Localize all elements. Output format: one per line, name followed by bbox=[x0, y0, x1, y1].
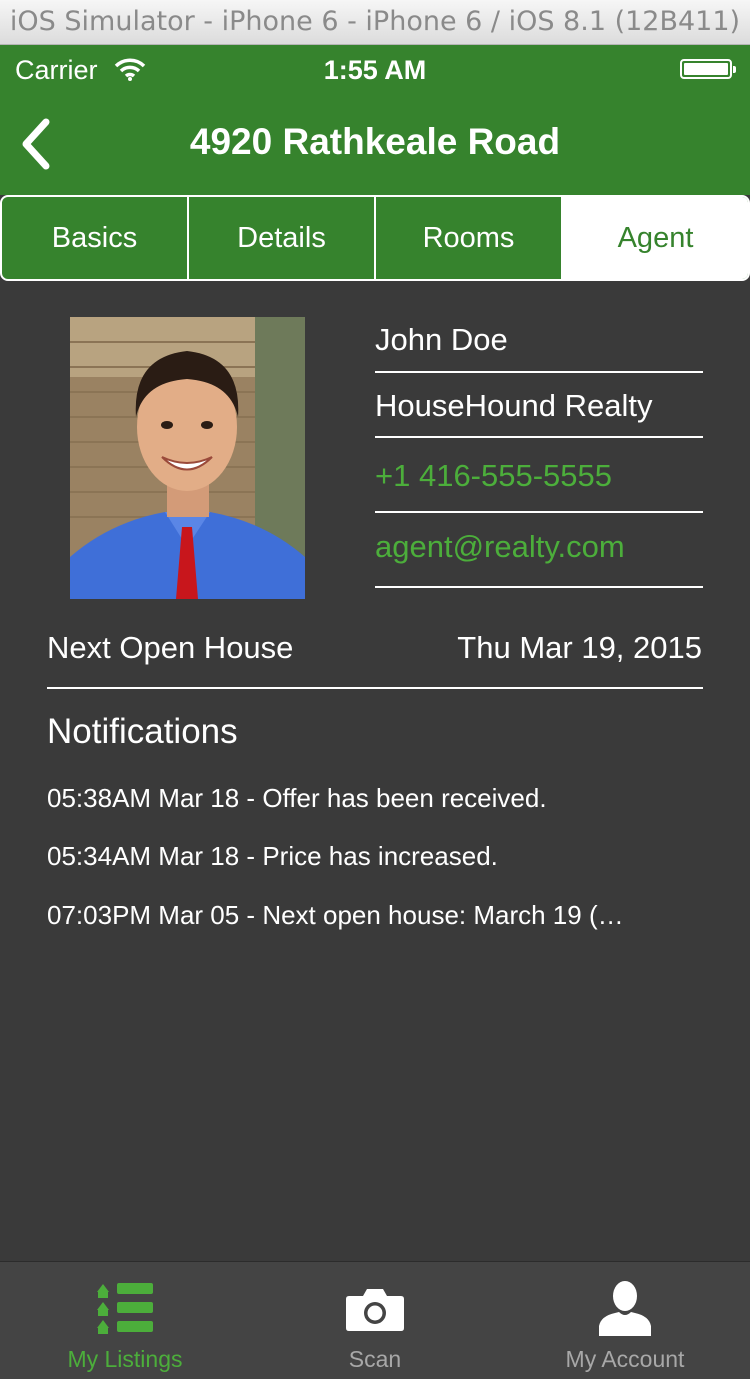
tab-my-account[interactable]: My Account bbox=[500, 1262, 750, 1379]
agent-company: HouseHound Realty bbox=[375, 388, 653, 423]
agent-photo bbox=[70, 317, 305, 599]
status-bar: Carrier 1:55 AM bbox=[0, 45, 750, 93]
simulator-title: iOS Simulator - iPhone 6 - iPhone 6 / iO… bbox=[9, 6, 741, 37]
agent-name: John Doe bbox=[375, 322, 508, 357]
tab-details[interactable]: Details bbox=[189, 197, 376, 279]
tab-basics[interactable]: Basics bbox=[2, 197, 189, 279]
divider bbox=[375, 586, 703, 588]
list-icon bbox=[95, 1280, 155, 1341]
open-house-date: Thu Mar 19, 2015 bbox=[457, 630, 702, 665]
tab-label: Scan bbox=[348, 1346, 402, 1372]
tab-agent[interactable]: Agent bbox=[563, 197, 748, 279]
tab-my-listings[interactable]: My Listings bbox=[0, 1262, 250, 1379]
tab-label: Basics bbox=[51, 221, 138, 254]
segmented-tabs: Basics Details Rooms Agent bbox=[0, 195, 750, 281]
agent-email-link[interactable]: agent@realty.com bbox=[375, 529, 703, 565]
notification-item: 05:38AM Mar 18 - Offer has been received… bbox=[47, 783, 547, 813]
camera-icon bbox=[345, 1286, 405, 1337]
tab-label: Agent bbox=[617, 221, 694, 254]
agent-phone-link[interactable]: +1 416-555-5555 bbox=[375, 458, 703, 494]
divider bbox=[375, 371, 703, 373]
notifications-heading: Notifications bbox=[47, 712, 238, 751]
tab-label: Rooms bbox=[422, 221, 515, 254]
battery-icon bbox=[680, 59, 736, 79]
tab-label: Details bbox=[237, 221, 326, 254]
divider bbox=[47, 687, 703, 689]
tab-rooms[interactable]: Rooms bbox=[376, 197, 563, 279]
status-time: 1:55 AM bbox=[323, 55, 427, 85]
notification-item: 07:03PM Mar 05 - Next open house: March … bbox=[47, 900, 624, 930]
simulator-title-bar: iOS Simulator - iPhone 6 - iPhone 6 / iO… bbox=[0, 0, 750, 45]
divider bbox=[375, 436, 703, 438]
navigation-bar: 4920 Rathkeale Road bbox=[0, 93, 750, 195]
tab-label: My Listings bbox=[67, 1346, 183, 1372]
tab-label: My Account bbox=[565, 1346, 685, 1372]
open-house-label: Next Open House bbox=[47, 630, 294, 665]
notification-item: 05:34AM Mar 18 - Price has increased. bbox=[47, 841, 498, 871]
divider bbox=[375, 511, 703, 513]
tab-scan[interactable]: Scan bbox=[250, 1262, 500, 1379]
person-icon bbox=[597, 1280, 653, 1341]
page-title: 4920 Rathkeale Road bbox=[189, 121, 561, 162]
tab-bar: My Listings Scan My Account bbox=[0, 1261, 750, 1379]
